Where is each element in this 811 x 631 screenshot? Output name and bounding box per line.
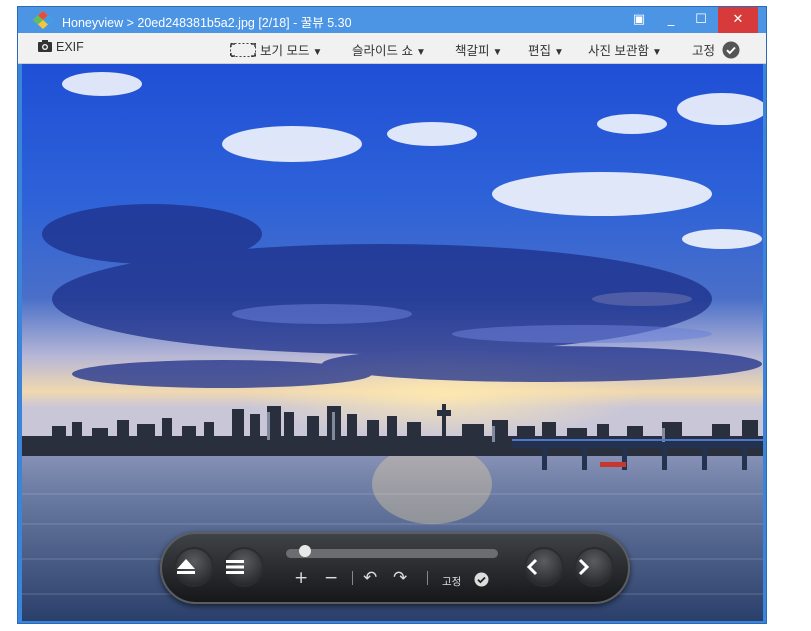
playback-control-bar: + − ↶ ↷ 고정 — [160, 532, 630, 604]
honeyview-logo-icon — [33, 11, 53, 29]
previous-image-button[interactable] — [524, 547, 564, 587]
slideshow-menu[interactable]: 슬라이드 쇼 ▼ — [352, 40, 426, 59]
pin-label: 고정 — [692, 44, 716, 58]
rotate-right-button[interactable]: ↷ — [393, 568, 407, 588]
bookmark-menu[interactable]: 책갈피 ▼ — [455, 40, 502, 59]
zoom-out-button[interactable]: − — [324, 568, 338, 588]
edit-label: 편집 — [528, 44, 552, 58]
view-mode-label: 보기 모드 — [260, 44, 310, 58]
exif-button[interactable]: EXIF — [38, 40, 84, 54]
hamburger-menu-icon — [226, 560, 244, 574]
zoom-slider-track[interactable] — [286, 549, 498, 558]
chevron-down-icon: ▼ — [651, 47, 662, 58]
chevron-down-icon: ▼ — [312, 47, 323, 58]
pin-control-label[interactable]: 고정 — [442, 574, 461, 589]
chevron-left-icon — [526, 558, 538, 576]
minimize-button[interactable]: _ — [656, 7, 686, 33]
chevron-right-icon — [578, 558, 590, 576]
eject-button[interactable] — [174, 547, 214, 587]
photo-viewport[interactable]: + − ↶ ↷ 고정 — [22, 64, 763, 621]
menu-button[interactable] — [224, 547, 264, 587]
maximize-button[interactable]: ☐ — [686, 7, 716, 33]
fullscreen-icon — [230, 43, 256, 57]
next-image-button[interactable] — [574, 547, 614, 587]
photo-vault-label: 사진 보관함 — [588, 44, 649, 58]
title-bar[interactable]: Honeyview > 20ed248381b5a2.jpg [2/18] - … — [18, 7, 766, 33]
edit-menu[interactable]: 편집 ▼ — [528, 40, 564, 59]
bookmark-label: 책갈피 — [455, 44, 490, 58]
chevron-down-icon: ▼ — [415, 47, 426, 58]
pin-window-button[interactable]: ▣ — [624, 7, 654, 33]
zoom-slider-thumb[interactable] — [298, 545, 311, 557]
view-mode-menu[interactable]: 보기 모드 ▼ — [230, 40, 322, 59]
pin-toolbar-toggle[interactable]: 고정 — [692, 40, 740, 59]
zoom-in-button[interactable]: + — [294, 568, 308, 588]
photo-vault-menu[interactable]: 사진 보관함 ▼ — [588, 40, 662, 59]
eject-icon — [177, 559, 195, 574]
divider — [427, 571, 428, 585]
toolbar: EXIF 보기 모드 ▼ 슬라이드 쇼 ▼ 책갈피 ▼ 편집 ▼ 사진 보관함 ▼ 고정 — [18, 33, 766, 64]
rotate-left-button[interactable]: ↶ — [363, 568, 377, 588]
slideshow-label: 슬라이드 쇼 — [352, 44, 413, 58]
exif-label: EXIF — [56, 40, 84, 54]
app-window: Honeyview > 20ed248381b5a2.jpg [2/18] - … — [17, 6, 767, 624]
divider — [352, 571, 353, 585]
check-circle-icon[interactable] — [474, 572, 489, 587]
chevron-down-icon: ▼ — [554, 47, 564, 58]
window-title: Honeyview > 20ed248381b5a2.jpg [2/18] - … — [62, 16, 352, 30]
check-circle-icon — [722, 41, 739, 59]
chevron-down-icon: ▼ — [492, 47, 503, 58]
camera-icon — [38, 40, 52, 52]
close-button[interactable]: ✕ — [718, 7, 758, 33]
